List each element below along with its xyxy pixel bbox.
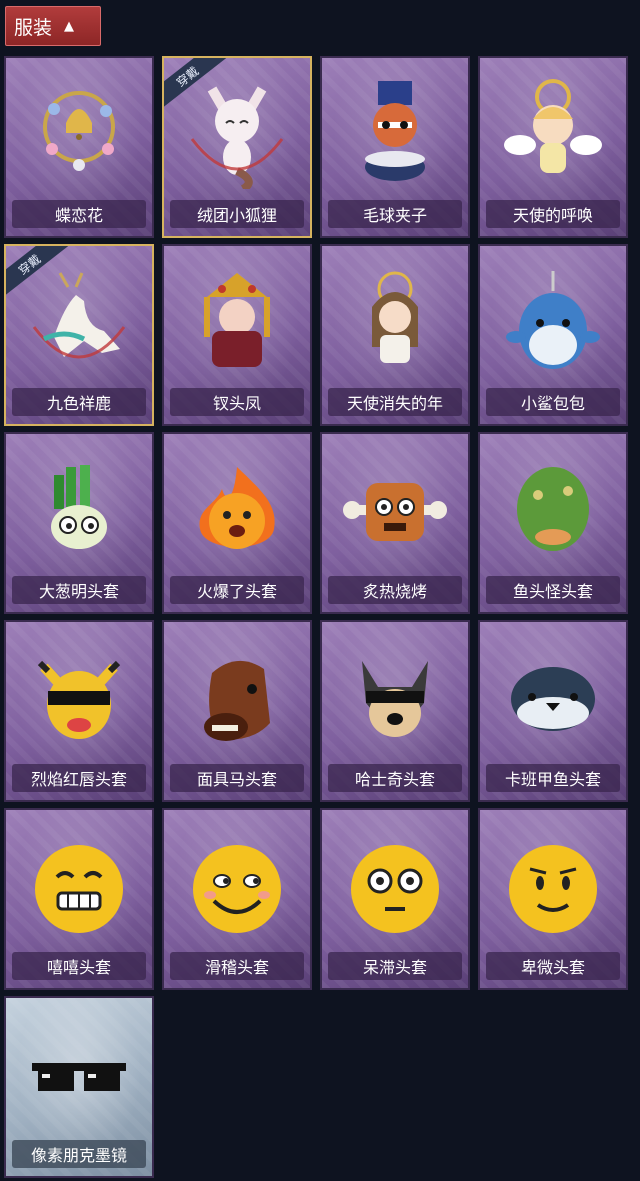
costume-name: 像素朋克墨镜 bbox=[12, 1140, 146, 1168]
bell-wreath-icon bbox=[43, 91, 115, 171]
costume-name: 毛球夹子 bbox=[328, 200, 462, 228]
costume-card[interactable]: 天使的呼唤 bbox=[478, 56, 628, 238]
costume-name: 火爆了头套 bbox=[170, 576, 304, 604]
fish-icon bbox=[511, 667, 595, 731]
category-title: 服装 bbox=[14, 16, 53, 39]
costume-name: 小鲨包包 bbox=[486, 388, 620, 416]
yellow-mask-icon bbox=[37, 660, 121, 739]
costume-card[interactable]: 火爆了头套 bbox=[162, 432, 312, 614]
costume-name: 嘻嘻头套 bbox=[12, 952, 146, 980]
costume-card[interactable]: 卑微头套 bbox=[478, 808, 628, 990]
emoji-humble-icon bbox=[509, 845, 597, 933]
costume-name: 哈士奇头套 bbox=[328, 764, 462, 792]
emoji-grin-icon bbox=[35, 845, 123, 933]
green-onion-icon bbox=[51, 465, 107, 549]
costume-card[interactable]: 呆滞头套 bbox=[320, 808, 470, 990]
costume-card[interactable]: 天使消失的年 bbox=[320, 244, 470, 426]
costume-card[interactable]: 哈士奇头套 bbox=[320, 620, 470, 802]
costume-card[interactable]: 烈焰红唇头套 bbox=[4, 620, 154, 802]
costume-card[interactable]: 嘻嘻头套 bbox=[4, 808, 154, 990]
costume-card[interactable]: 小鲨包包 bbox=[478, 244, 628, 426]
costume-name: 天使消失的年 bbox=[328, 388, 462, 416]
costume-card[interactable]: 卡班甲鱼头套 bbox=[478, 620, 628, 802]
costume-name: 面具马头套 bbox=[170, 764, 304, 792]
white-fox-icon bbox=[190, 86, 284, 189]
costume-name: 大葱明头套 bbox=[12, 576, 146, 604]
costume-card[interactable]: 像素朋克墨镜 bbox=[4, 996, 154, 1178]
emoji-funny-icon bbox=[193, 845, 281, 933]
costume-card[interactable]: 蝶恋花 bbox=[4, 56, 154, 238]
costume-card[interactable]: 面具马头套 bbox=[162, 620, 312, 802]
costume-card[interactable]: 滑稽头套 bbox=[162, 808, 312, 990]
costume-name: 卡班甲鱼头套 bbox=[486, 764, 620, 792]
fish-head-icon bbox=[517, 467, 589, 551]
opera-doll-icon bbox=[204, 273, 270, 367]
deer-icon bbox=[32, 272, 126, 359]
emoji-stare-icon bbox=[351, 845, 439, 933]
costume-name: 钗头凤 bbox=[170, 388, 304, 416]
costume-category-toggle[interactable]: 服装 ▲ bbox=[5, 6, 101, 46]
shark-icon bbox=[506, 271, 600, 369]
fire-icon bbox=[199, 467, 275, 549]
costume-card[interactable]: 钗头凤 bbox=[162, 244, 312, 426]
costume-card[interactable]: 鱼头怪头套 bbox=[478, 432, 628, 614]
costume-card[interactable]: 炙热烧烤 bbox=[320, 432, 470, 614]
costume-name: 天使的呼唤 bbox=[486, 200, 620, 228]
costume-name: 蝶恋花 bbox=[12, 200, 146, 228]
horse-head-icon bbox=[204, 660, 270, 741]
costume-card[interactable]: 穿戴 九色祥鹿 bbox=[4, 244, 154, 426]
costume-grid: 蝶恋花 穿戴 绒团小狐狸 毛球夹子 天使的呼唤穿戴 九色祥鹿 钗头凤 天使消失的年 小鲨包包大葱… bbox=[4, 56, 628, 1178]
chevron-up-icon: ▲ bbox=[64, 18, 75, 34]
meat-icon bbox=[343, 483, 447, 541]
costume-name: 鱼头怪头套 bbox=[486, 576, 620, 604]
husky-icon bbox=[362, 661, 428, 737]
girl-doll-icon bbox=[372, 271, 418, 363]
angel-doll-icon bbox=[504, 79, 602, 173]
costume-card[interactable]: 大葱明头套 bbox=[4, 432, 154, 614]
costume-card[interactable]: 毛球夹子 bbox=[320, 56, 470, 238]
costume-name: 炙热烧烤 bbox=[328, 576, 462, 604]
costume-card[interactable]: 穿戴 绒团小狐狸 bbox=[162, 56, 312, 238]
raccoon-drummer-icon bbox=[365, 81, 425, 181]
costume-name: 烈焰红唇头套 bbox=[12, 764, 146, 792]
pixel-glasses-icon bbox=[32, 1063, 126, 1091]
costume-name: 滑稽头套 bbox=[170, 952, 304, 980]
costume-name: 卑微头套 bbox=[486, 952, 620, 980]
costume-name: 绒团小狐狸 bbox=[170, 200, 304, 228]
costume-name: 九色祥鹿 bbox=[12, 388, 146, 416]
costume-name: 呆滞头套 bbox=[328, 952, 462, 980]
